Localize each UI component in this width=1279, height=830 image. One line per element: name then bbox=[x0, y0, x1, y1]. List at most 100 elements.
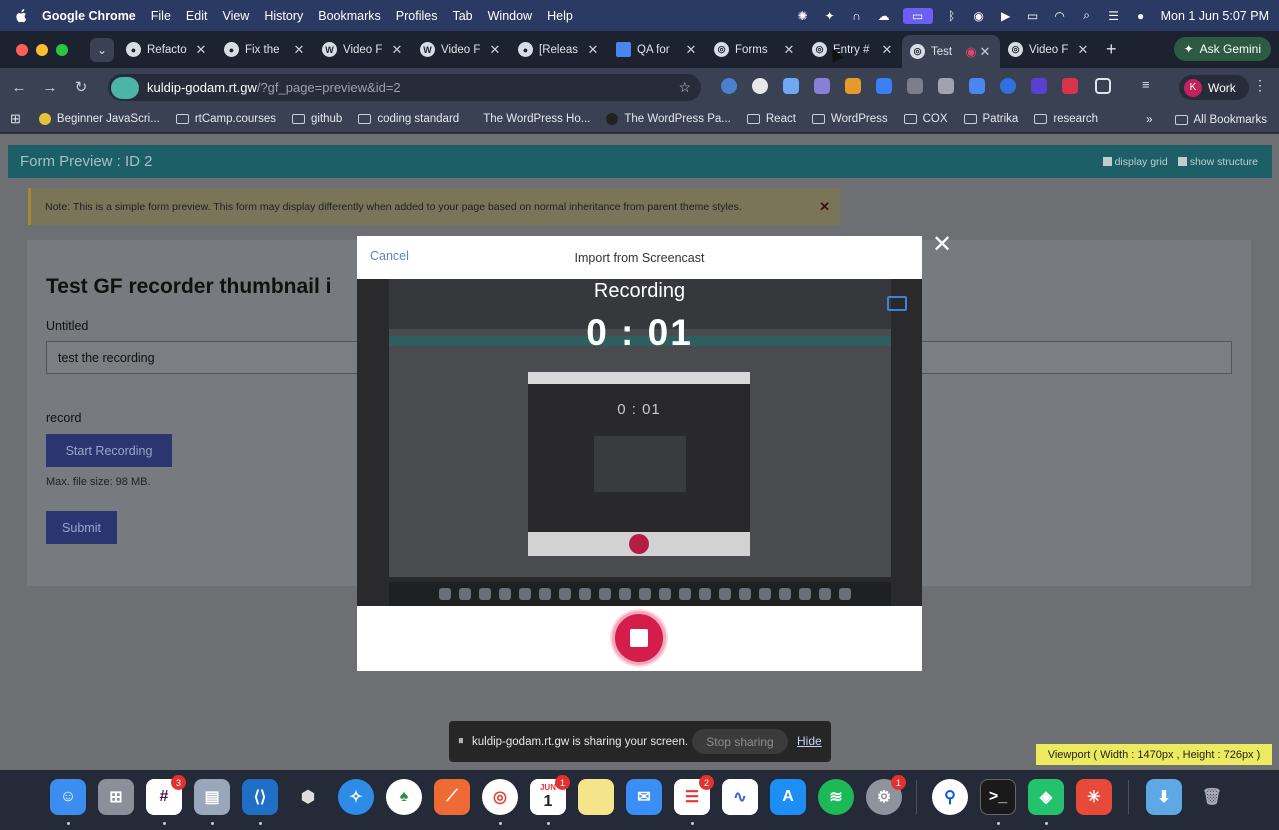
profile-button[interactable]: K Work bbox=[1179, 75, 1249, 100]
close-tab-icon[interactable]: ✕ bbox=[292, 42, 306, 58]
tab-forms[interactable]: ◎ Forms ✕ bbox=[706, 35, 804, 65]
sun-icon[interactable]: ✺ bbox=[795, 8, 811, 24]
app-store-icon[interactable]: A bbox=[770, 779, 806, 815]
menu-file[interactable]: File bbox=[151, 9, 171, 23]
close-tab-icon[interactable]: ✕ bbox=[390, 42, 404, 58]
close-tab-icon[interactable]: ✕ bbox=[1076, 42, 1090, 58]
back-button[interactable]: ← bbox=[7, 75, 31, 99]
apple-icon[interactable] bbox=[14, 8, 28, 23]
menu-view[interactable]: View bbox=[222, 9, 249, 23]
bookmark-item[interactable]: The WordPress Ho... bbox=[483, 113, 590, 125]
freeform-icon[interactable]: ∿ bbox=[722, 779, 758, 815]
apps-grid-icon[interactable]: ⊞ bbox=[10, 111, 21, 127]
address-bar[interactable]: kuldip-godam.rt.gw/?gf_page=preview&id=2… bbox=[108, 74, 701, 101]
mongodb-icon[interactable]: ♠ bbox=[386, 779, 422, 815]
postman-icon[interactable]: ⟋ bbox=[434, 779, 470, 815]
extension-icon[interactable] bbox=[721, 78, 737, 94]
chrome-icon[interactable]: ◎ bbox=[482, 779, 518, 815]
bookmark-folder[interactable]: research bbox=[1034, 113, 1098, 125]
bookmark-folder[interactable]: React bbox=[746, 113, 796, 125]
camera-icon[interactable] bbox=[938, 78, 954, 94]
slack-icon[interactable]: #3 bbox=[146, 775, 186, 815]
close-tab-icon[interactable]: ✕ bbox=[782, 42, 796, 58]
start-recording-button[interactable]: Start Recording bbox=[46, 434, 172, 467]
puzzle-extensions-icon[interactable] bbox=[1095, 78, 1111, 94]
notes-icon[interactable] bbox=[578, 779, 614, 815]
show-structure-checkbox[interactable] bbox=[1177, 157, 1187, 166]
hide-share-bar-link[interactable]: Hide bbox=[797, 734, 822, 748]
modal-close-icon[interactable]: ✕ bbox=[930, 233, 954, 257]
bookmark-folder[interactable]: github bbox=[292, 113, 342, 125]
extension-icon[interactable] bbox=[1031, 78, 1047, 94]
search-icon[interactable]: ⌕ bbox=[1079, 8, 1095, 24]
finder-icon[interactable]: ☺ bbox=[50, 779, 86, 815]
sparkle-icon[interactable]: ✦ bbox=[822, 8, 838, 24]
chevron-right-icon[interactable]: » bbox=[1146, 114, 1152, 126]
extension-icon[interactable] bbox=[845, 78, 861, 94]
tab-qa[interactable]: QA for ✕ bbox=[608, 35, 706, 65]
extension-icon[interactable] bbox=[1062, 78, 1078, 94]
drag-handle-icon[interactable]: ⏸ bbox=[458, 735, 466, 748]
wifi-icon[interactable]: ◠ bbox=[1052, 8, 1068, 24]
stop-sharing-button[interactable]: Stop sharing bbox=[692, 729, 788, 754]
tab-test-active[interactable]: ◎ Test ◉ ✕ bbox=[902, 35, 1000, 68]
extension-icon[interactable] bbox=[783, 78, 799, 94]
trash-icon[interactable]: 🗑 bbox=[1194, 779, 1230, 815]
preview-app-icon[interactable]: ▤ bbox=[194, 779, 230, 815]
site-info-icon[interactable] bbox=[111, 76, 139, 99]
screen-share-icon[interactable]: ▭ bbox=[902, 7, 933, 24]
chrome-menu-icon[interactable]: ⋮ bbox=[1253, 77, 1267, 94]
menu-profiles[interactable]: Profiles bbox=[396, 9, 438, 23]
close-tab-icon[interactable]: ✕ bbox=[488, 42, 502, 58]
cancel-button[interactable]: Cancel bbox=[370, 249, 409, 263]
bookmark-folder[interactable]: COX bbox=[903, 113, 948, 125]
bookmark-folder[interactable]: Patrika bbox=[963, 113, 1018, 125]
menu-history[interactable]: History bbox=[264, 9, 303, 23]
extension-icon[interactable] bbox=[969, 78, 985, 94]
close-tab-icon[interactable]: ✕ bbox=[880, 42, 894, 58]
forward-button[interactable]: → bbox=[38, 75, 62, 99]
menu-tab[interactable]: Tab bbox=[452, 9, 472, 23]
tab-release[interactable]: ● [Releas ✕ bbox=[510, 35, 608, 65]
dismiss-note-icon[interactable]: ✕ bbox=[819, 199, 830, 215]
menu-window[interactable]: Window bbox=[488, 9, 532, 23]
box-app-icon[interactable]: ⬢ bbox=[290, 779, 326, 815]
calendar-icon[interactable]: JUN 1 1 bbox=[530, 775, 570, 815]
bookmark-folder[interactable]: rtCamp.courses bbox=[175, 113, 276, 125]
bookmark-folder[interactable]: coding standard bbox=[358, 113, 459, 125]
close-window-button[interactable] bbox=[16, 43, 28, 56]
launchpad-icon[interactable]: ⊞ bbox=[98, 779, 134, 815]
extension-icon[interactable] bbox=[876, 78, 892, 94]
bookmark-folder[interactable]: WordPress bbox=[811, 113, 888, 125]
safari-icon[interactable]: ✧ bbox=[338, 779, 374, 815]
spotify-icon[interactable]: ≋ bbox=[818, 779, 854, 815]
menu-edit[interactable]: Edit bbox=[186, 9, 208, 23]
mail-icon[interactable]: ✉ bbox=[626, 779, 662, 815]
extension-icon[interactable] bbox=[752, 78, 768, 94]
tab-entry[interactable]: ◎ Entry # ✕ bbox=[804, 35, 902, 65]
system-settings-icon[interactable]: ⚙ 1 bbox=[866, 775, 906, 815]
tab-refacto[interactable]: ● Refacto ✕ bbox=[118, 35, 216, 65]
tab-video-3[interactable]: ◎ Video F ✕ bbox=[1000, 35, 1098, 65]
tab-video-2[interactable]: W Video F ✕ bbox=[412, 35, 510, 65]
display-grid-checkbox[interactable] bbox=[1102, 157, 1112, 166]
tab-fix-the[interactable]: ● Fix the ✕ bbox=[216, 35, 314, 65]
tab-video-1[interactable]: W Video F ✕ bbox=[314, 35, 412, 65]
minimize-window-button[interactable] bbox=[36, 43, 48, 56]
terminal-icon[interactable]: >_ bbox=[980, 779, 1016, 815]
bluetooth-icon[interactable]: ᛒ bbox=[944, 8, 960, 24]
downloads-folder-icon[interactable]: ⬇ bbox=[1146, 779, 1182, 815]
siri-icon[interactable]: ● bbox=[1133, 8, 1149, 24]
close-tab-icon[interactable]: ✕ bbox=[194, 42, 208, 58]
battery-icon[interactable]: ▭ bbox=[1025, 8, 1041, 24]
extension-icon[interactable] bbox=[1000, 78, 1016, 94]
user-icon[interactable]: ◉ bbox=[971, 8, 987, 24]
menu-clock[interactable]: Mon 1 Jun 5:07 PM bbox=[1161, 9, 1269, 23]
close-tab-icon[interactable]: ✕ bbox=[978, 44, 992, 60]
reminders-icon[interactable]: ☰ 2 bbox=[674, 775, 714, 815]
close-tab-icon[interactable]: ✕ bbox=[684, 42, 698, 58]
reading-list-icon[interactable]: ≡ bbox=[1142, 77, 1158, 93]
headphones-icon[interactable]: ∩ bbox=[849, 8, 865, 24]
reload-button[interactable]: ↻ bbox=[69, 75, 93, 99]
menu-bookmarks[interactable]: Bookmarks bbox=[318, 9, 381, 23]
